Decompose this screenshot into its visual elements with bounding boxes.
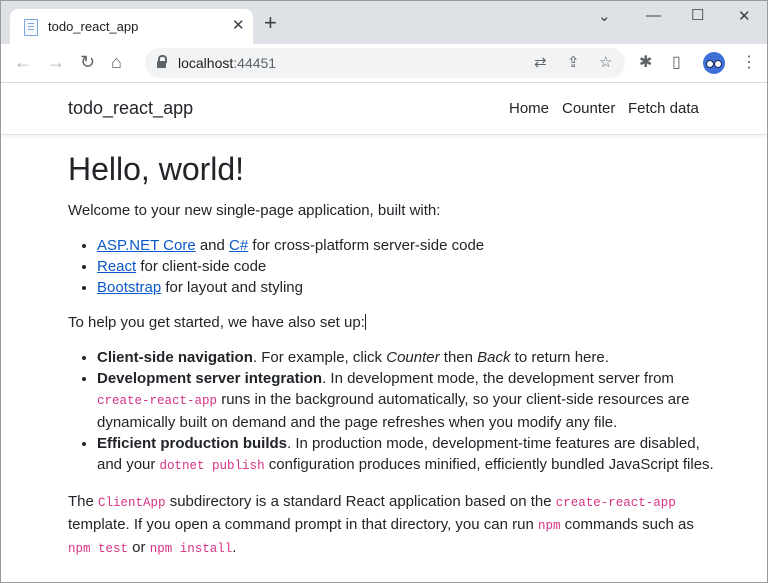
maximize-icon[interactable]: ☐ (691, 6, 704, 24)
list-item: Client-side navigation. For example, cli… (97, 347, 718, 368)
extensions-puzzle-icon[interactable]: ✱ (639, 53, 652, 73)
back-arrow-icon[interactable]: ← (14, 51, 32, 73)
list-item: React for client-side code (97, 256, 718, 277)
browser-tab[interactable]: todo_react_app ✕ (10, 9, 253, 44)
address-bar[interactable]: localhost:44451 ⇄ ⇪ ☆ (145, 48, 625, 78)
stack-list: ASP.NET Core and C# for cross-platform s… (68, 235, 718, 298)
minimize-icon[interactable]: — (646, 7, 661, 24)
react-link[interactable]: React (97, 258, 136, 275)
closing-text: The ClientApp subdirectory is a standard… (68, 493, 694, 556)
translate-icon[interactable]: ⇄ (534, 53, 547, 71)
url-text: localhost:44451 (178, 55, 277, 71)
nav-counter[interactable]: Counter (562, 100, 615, 117)
home-icon[interactable]: ⌂ (111, 51, 122, 73)
app-navbar: todo_react_app Home Counter Fetch data (1, 83, 767, 135)
page-viewport: todo_react_app Home Counter Fetch data H… (1, 83, 767, 582)
tab-strip: todo_react_app ✕ + ⌄ — ☐ ✕ (1, 1, 767, 44)
setup-intro-text: To help you get started, we have also se… (68, 314, 366, 331)
bootstrap-link[interactable]: Bootstrap (97, 279, 161, 296)
profile-avatar[interactable] (703, 52, 725, 74)
list-item: Bootstrap for layout and styling (97, 277, 718, 298)
list-item: Efficient production builds. In producti… (97, 433, 718, 477)
page-heading: Hello, world! (68, 151, 245, 187)
nav-fetch-data[interactable]: Fetch data (628, 100, 699, 117)
bookmark-star-icon[interactable]: ☆ (599, 53, 612, 71)
text-cursor (364, 314, 366, 330)
menu-kebab-icon[interactable]: ⋮ (741, 53, 757, 73)
lock-icon (157, 55, 167, 68)
nav-home[interactable]: Home (509, 100, 549, 117)
reload-icon[interactable]: ↻ (80, 51, 95, 73)
intro-text: Welcome to your new single-page applicat… (68, 202, 441, 219)
page-favicon-icon (24, 19, 38, 36)
close-tab-icon[interactable]: ✕ (232, 17, 245, 35)
browser-toolbar: ← → ↻ ⌂ localhost:44451 ⇄ ⇪ ☆ ✱ ▯ ⋮ (1, 44, 767, 83)
csharp-link[interactable]: C# (229, 237, 248, 254)
app-brand[interactable]: todo_react_app (68, 98, 193, 119)
new-tab-plus-icon[interactable]: + (264, 12, 277, 34)
list-item: Development server integration. In devel… (97, 368, 718, 433)
list-item: ASP.NET Core and C# for cross-platform s… (97, 235, 718, 256)
close-window-icon[interactable]: ✕ (738, 7, 751, 25)
browser-window: todo_react_app ✕ + ⌄ — ☐ ✕ ← → ↻ ⌂ local… (0, 0, 768, 583)
forward-arrow-icon[interactable]: → (47, 51, 65, 73)
main-content: Hello, world! Welcome to your new single… (68, 149, 718, 574)
tab-title: todo_react_app (48, 19, 139, 34)
tab-search-chevron-icon[interactable]: ⌄ (598, 7, 611, 25)
aspnet-core-link[interactable]: ASP.NET Core (97, 237, 196, 254)
share-icon[interactable]: ⇪ (567, 53, 580, 71)
side-panel-icon[interactable]: ▯ (672, 53, 681, 73)
features-list: Client-side navigation. For example, cli… (68, 347, 718, 477)
